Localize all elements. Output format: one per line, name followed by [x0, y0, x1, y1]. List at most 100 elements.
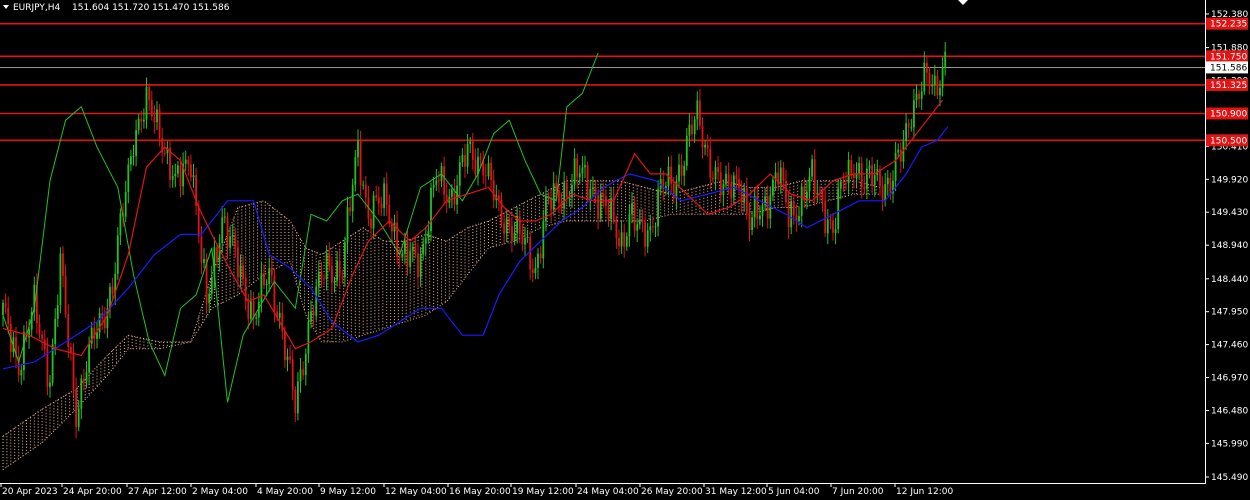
symbol-label: EURJPY,H4	[13, 3, 61, 13]
candle-body	[513, 233, 516, 241]
candle-body	[693, 119, 696, 135]
candle-body	[860, 163, 863, 187]
candle-body	[411, 246, 414, 251]
candle-body	[341, 277, 344, 279]
candle-body	[171, 176, 174, 180]
symbol-menu-icon[interactable]	[3, 5, 9, 9]
y-tick-label: 147.460	[1211, 341, 1248, 351]
candle-body	[928, 72, 931, 87]
candle-body	[941, 68, 944, 88]
candle-body	[320, 271, 323, 279]
price-chart[interactable]: 152.380151.880151.390150.900150.410149.9…	[0, 0, 1250, 500]
candle-body	[615, 220, 618, 238]
candle-body	[464, 155, 466, 167]
level-lines	[0, 22, 1205, 142]
candle-body	[323, 278, 325, 280]
candle-body	[458, 162, 461, 186]
candle-body	[918, 93, 920, 99]
candle-body	[443, 166, 445, 195]
candle-body	[315, 286, 318, 316]
candle-body	[565, 182, 568, 198]
candle-body	[312, 311, 315, 316]
candle-body	[727, 173, 730, 184]
y-tick-label: 149.920	[1211, 175, 1248, 185]
candle-body	[119, 213, 122, 236]
x-tick-label: 16 May 20:00	[449, 487, 511, 497]
candle-body	[847, 160, 850, 184]
x-tick-label: 12 Jun 12:00	[896, 487, 953, 497]
candle-body	[135, 130, 137, 156]
candle-body	[743, 188, 746, 203]
candle-body	[190, 164, 192, 178]
x-tick-label: 4 May 20:00	[257, 487, 313, 497]
candle-body	[751, 217, 753, 230]
candle-body	[581, 167, 584, 174]
candle-body	[435, 180, 438, 185]
candle-body	[944, 51, 947, 68]
candle-body	[424, 238, 427, 244]
candle-body	[263, 273, 265, 286]
candle-body	[863, 187, 866, 189]
candle-body	[375, 195, 378, 198]
candle-body	[278, 312, 281, 318]
candle-body	[156, 109, 158, 123]
candle-body	[772, 179, 774, 196]
candle-body	[137, 118, 140, 130]
candle-body	[539, 253, 542, 259]
level-price-label: 151.750	[1210, 52, 1247, 62]
candle-body	[148, 86, 151, 101]
candle-body	[558, 190, 560, 203]
candle-body	[265, 284, 268, 286]
x-tick-label: 19 May 12:00	[512, 487, 574, 497]
candle-body	[471, 141, 474, 160]
candle-body	[524, 238, 526, 245]
candle-body	[422, 243, 425, 254]
candle-body	[70, 347, 72, 353]
candle-body	[223, 216, 226, 218]
candle-body	[77, 408, 80, 427]
candle-body	[858, 163, 860, 174]
candle-body	[2, 302, 4, 315]
candle-body	[738, 178, 740, 189]
candle-body	[826, 219, 829, 234]
x-tick-label: 7 Jun 20:00	[832, 487, 884, 497]
candle-body	[281, 312, 284, 332]
candle-body	[83, 378, 85, 382]
candle-body	[226, 216, 229, 248]
candle-body	[508, 218, 511, 226]
candle-body	[331, 265, 333, 283]
candle-body	[790, 201, 793, 228]
candle-body	[800, 186, 803, 216]
candle-body	[638, 219, 641, 225]
candle-body	[143, 119, 145, 122]
senkou-span-b	[2, 193, 880, 471]
candle-body	[359, 140, 362, 186]
candle-body	[602, 194, 605, 197]
level-price-label: 150.900	[1210, 110, 1247, 120]
candle-body	[203, 259, 205, 263]
candle-body	[383, 183, 385, 209]
candle-body	[7, 307, 10, 324]
candle-body	[607, 206, 610, 220]
candle-body	[631, 203, 633, 215]
candle-body	[907, 123, 910, 128]
candle-body	[625, 236, 628, 247]
candle-body	[717, 167, 719, 173]
candle-body	[346, 207, 349, 243]
shift-marker-icon[interactable]	[958, 0, 968, 5]
candle-body	[866, 168, 868, 189]
candle-body	[417, 253, 419, 278]
candle-body	[821, 193, 824, 201]
candle-body	[438, 180, 440, 182]
candle-body	[785, 180, 787, 203]
candle-body	[725, 173, 727, 185]
candle-body	[419, 253, 422, 278]
candle-body	[842, 181, 845, 183]
candle-body	[284, 331, 286, 361]
candle-body	[401, 253, 404, 258]
candle-body	[307, 321, 310, 354]
level-price-label: 151.325	[1210, 81, 1247, 91]
candle-body	[811, 159, 813, 177]
candle-body	[701, 125, 704, 148]
candle-body	[150, 100, 153, 117]
